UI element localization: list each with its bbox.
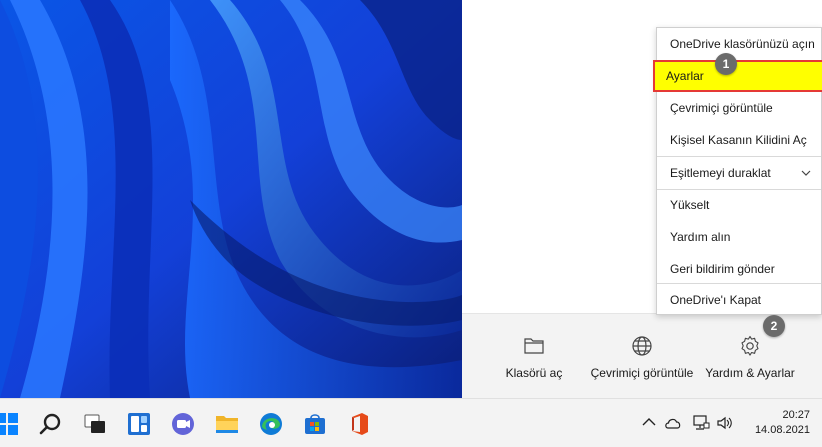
task-view-icon[interactable] (82, 411, 108, 437)
menu-item-label: Çevrimiçi görüntüle (670, 101, 773, 115)
menu-item-pause-sync[interactable]: Eşitlemeyi duraklat (657, 157, 821, 189)
menu-item-settings[interactable]: Ayarlar (653, 60, 822, 92)
taskbar: 20:27 14.08.2021 (0, 398, 822, 447)
gear-icon (741, 335, 759, 356)
help-settings-label: Yardım & Ayarlar (705, 366, 795, 380)
open-folder-label: Klasörü aç (505, 366, 563, 380)
menu-item-unlock-vault[interactable]: Kişisel Kasanın Kilidini Aç (657, 124, 821, 156)
menu-item-send-feedback[interactable]: Geri bildirim gönder (657, 253, 821, 285)
edge-icon[interactable] (258, 411, 284, 437)
wallpaper-image (0, 0, 462, 398)
store-icon[interactable] (302, 411, 328, 437)
desktop-wallpaper (0, 0, 462, 398)
onedrive-context-menu: OneDrive klasörünüzü açın Ayarlar Çevrim… (653, 27, 822, 316)
widgets-icon[interactable] (126, 411, 152, 437)
view-online-label: Çevrimiçi görüntüle (590, 366, 694, 380)
chevron-up-icon[interactable] (640, 414, 658, 432)
step-badge-1: 1 (715, 53, 737, 75)
menu-item-label: Kişisel Kasanın Kilidini Aç (670, 133, 807, 147)
system-clock[interactable]: 20:27 14.08.2021 (744, 408, 810, 438)
menu-item-get-help[interactable]: Yardım alın (657, 221, 821, 253)
menu-item-label: Ayarlar (666, 69, 704, 83)
folder-icon (524, 338, 544, 354)
menu-item-view-online[interactable]: Çevrimiçi görüntüle (657, 92, 821, 124)
menu-item-upgrade[interactable]: Yükselt (657, 189, 821, 221)
menu-item-label: Geri bildirim gönder (670, 262, 775, 276)
help-settings-button[interactable]: Yardım & Ayarlar (700, 334, 800, 380)
clock-time: 20:27 (782, 409, 810, 421)
menu-item-label: Yardım alın (670, 230, 731, 244)
file-explorer-icon[interactable] (214, 411, 240, 437)
menu-item-label: OneDrive'ı Kapat (670, 293, 762, 307)
clock-date: 14.08.2021 (754, 424, 810, 436)
network-icon[interactable] (692, 414, 710, 432)
globe-icon (632, 336, 652, 356)
onedrive-cloud-icon[interactable] (664, 414, 682, 432)
view-online-button[interactable]: Çevrimiçi görüntüle (586, 334, 698, 380)
office-icon[interactable] (346, 411, 372, 437)
menu-item-label: Eşitlemeyi duraklat (670, 166, 771, 180)
chat-icon[interactable] (170, 411, 196, 437)
open-folder-button[interactable]: Klasörü aç (502, 334, 566, 380)
menu-item-close-onedrive[interactable]: OneDrive'ı Kapat (657, 284, 821, 316)
menu-item-label: OneDrive klasörünüzü açın (670, 37, 815, 51)
start-icon[interactable] (0, 411, 20, 437)
search-icon[interactable] (38, 411, 64, 437)
volume-icon[interactable] (716, 414, 734, 432)
step-badge-2: 2 (763, 315, 785, 337)
menu-item-open-folder[interactable]: OneDrive klasörünüzü açın (657, 28, 821, 60)
menu-item-label: Yükselt (670, 198, 710, 212)
chevron-down-icon (801, 170, 811, 176)
